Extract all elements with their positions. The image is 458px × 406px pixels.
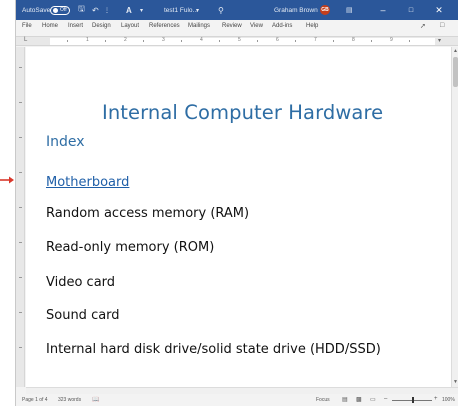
autosave-state: Off — [60, 6, 67, 13]
ruler-number: 5 — [238, 37, 241, 43]
ruler-tick — [19, 67, 22, 68]
ruler-number: 7 — [314, 37, 317, 43]
ruler-tick — [19, 242, 22, 243]
font-color-icon[interactable]: A — [126, 0, 132, 20]
scroll-up-icon[interactable]: ▲ — [453, 48, 458, 54]
vertical-scrollbar[interactable]: ▲ ▼ — [451, 47, 458, 387]
print-layout-icon[interactable]: ▩ — [356, 396, 362, 403]
document-area[interactable]: Internal Computer Hardware Index Motherb… — [26, 47, 451, 387]
ruler-tick — [333, 40, 334, 42]
ruler-number: 2 — [124, 37, 127, 43]
page-count[interactable]: Page 1 of 4 — [22, 397, 48, 403]
customize-qat-icon[interactable]: ▾ — [140, 0, 143, 20]
ruler-tick — [19, 312, 22, 313]
read-mode-icon[interactable]: ▤ — [342, 396, 348, 403]
ruler-tick — [19, 172, 22, 173]
title-dropdown-icon[interactable]: ▾ — [196, 0, 199, 20]
ruler-tick — [105, 40, 106, 42]
ruler-tick — [409, 40, 410, 42]
close-icon[interactable]: ✕ — [428, 0, 450, 20]
tab-insert[interactable]: Insert — [68, 23, 83, 29]
autosave-label: AutoSave — [22, 6, 51, 14]
ruler-tick — [143, 40, 144, 42]
ruler-number: 3 — [162, 37, 165, 43]
index-heading: Index — [46, 134, 85, 150]
vertical-ruler[interactable] — [16, 47, 25, 387]
ruler-number: 1 — [86, 37, 89, 43]
ribbon-tabs: File Home Insert Design Layout Reference… — [16, 20, 458, 34]
document-title-heading: Internal Computer Hardware — [102, 101, 384, 124]
tab-references[interactable]: References — [149, 23, 180, 29]
ruler-tick — [257, 40, 258, 42]
screenshot-stage: AutoSave Off 🖫 ↶ ⋮ A ▾ test1 Fulo... ▾ ⚲… — [0, 0, 458, 406]
word-count[interactable]: 323 words — [58, 397, 81, 403]
motherboard-link[interactable]: Motherboard — [46, 175, 129, 190]
doc-line-ram: Random access memory (RAM) — [46, 206, 250, 221]
zoom-in-icon[interactable]: + — [434, 396, 438, 402]
document-page[interactable]: Internal Computer Hardware Index Motherb… — [26, 47, 451, 387]
share-icon[interactable]: ➚ — [420, 22, 426, 30]
qat-dropdown-icon[interactable]: ⋮ — [104, 0, 110, 20]
tab-review[interactable]: Review — [222, 23, 242, 29]
status-bar: Page 1 of 4 323 words 📖 Focus ▤ ▩ ▭ – + … — [16, 394, 458, 406]
zoom-level[interactable]: 100% — [442, 397, 455, 403]
ruler-text-area — [50, 38, 435, 45]
doc-line-hdd-ssd: Internal hard disk drive/solid state dri… — [46, 342, 381, 357]
ruler-tick — [19, 347, 22, 348]
horizontal-scrollbar[interactable] — [26, 387, 458, 394]
comments-icon[interactable]: □ — [440, 22, 444, 29]
doc-line-video-card: Video card — [46, 275, 116, 290]
tab-add-ins[interactable]: Add-ins — [272, 23, 292, 29]
tab-help[interactable]: Help — [306, 23, 318, 29]
ribbon-display-icon[interactable]: ▤ — [346, 0, 353, 20]
avatar[interactable]: GB — [320, 0, 330, 20]
search-icon[interactable]: ⚲ — [218, 0, 224, 20]
user-name[interactable]: Graham Brown — [274, 0, 318, 20]
web-layout-icon[interactable]: ▭ — [370, 396, 376, 403]
ruler-tick — [219, 40, 220, 42]
ruler-tick — [67, 40, 68, 42]
doc-line-sound-card: Sound card — [46, 308, 120, 323]
doc-line-rom: Read-only memory (ROM) — [46, 240, 215, 255]
ruler-tick — [19, 207, 22, 208]
save-icon[interactable]: 🖫 — [78, 0, 85, 20]
tab-design[interactable]: Design — [92, 23, 111, 29]
ruler-tick — [19, 277, 22, 278]
title-bar: AutoSave Off 🖫 ↶ ⋮ A ▾ test1 Fulo... ▾ ⚲… — [16, 0, 458, 20]
ruler-number: 4 — [200, 37, 203, 43]
undo-icon[interactable]: ↶ — [92, 0, 99, 20]
horizontal-ruler[interactable]: L 1 2 3 4 5 6 7 8 9 ▾ — [16, 36, 458, 46]
proofing-icon[interactable]: 📖 — [92, 396, 99, 403]
tab-layout[interactable]: Layout — [121, 23, 139, 29]
minimize-icon[interactable]: – — [372, 0, 394, 20]
zoom-out-icon[interactable]: – — [384, 396, 387, 402]
ruler-number: 6 — [276, 37, 279, 43]
tab-view[interactable]: View — [250, 23, 263, 29]
tab-home[interactable]: Home — [42, 23, 58, 29]
scrollbar-thumb[interactable] — [453, 57, 458, 87]
ruler-tick — [295, 40, 296, 42]
tab-mailings[interactable]: Mailings — [188, 23, 210, 29]
maximize-icon[interactable]: □ — [400, 0, 422, 20]
ruler-tick — [19, 137, 22, 138]
ruler-toggle-icon[interactable]: ▾ — [438, 37, 441, 44]
zoom-slider-thumb[interactable] — [412, 397, 414, 403]
ruler-number: 9 — [390, 37, 393, 43]
word-window: AutoSave Off 🖫 ↶ ⋮ A ▾ test1 Fulo... ▾ ⚲… — [15, 0, 458, 406]
ruler-number: 8 — [352, 37, 355, 43]
focus-mode[interactable]: Focus — [316, 397, 330, 403]
ruler-tick — [181, 40, 182, 42]
document-title: test1 Fulo... — [164, 6, 198, 14]
scroll-down-icon[interactable]: ▼ — [453, 379, 458, 385]
tab-file[interactable]: File — [22, 23, 32, 29]
ruler-tick — [371, 40, 372, 42]
pointer-arrow-icon — [0, 176, 14, 184]
autosave-toggle[interactable]: Off — [50, 0, 70, 20]
ruler-tick — [19, 102, 22, 103]
tab-stop-selector-icon[interactable]: L — [24, 37, 27, 43]
